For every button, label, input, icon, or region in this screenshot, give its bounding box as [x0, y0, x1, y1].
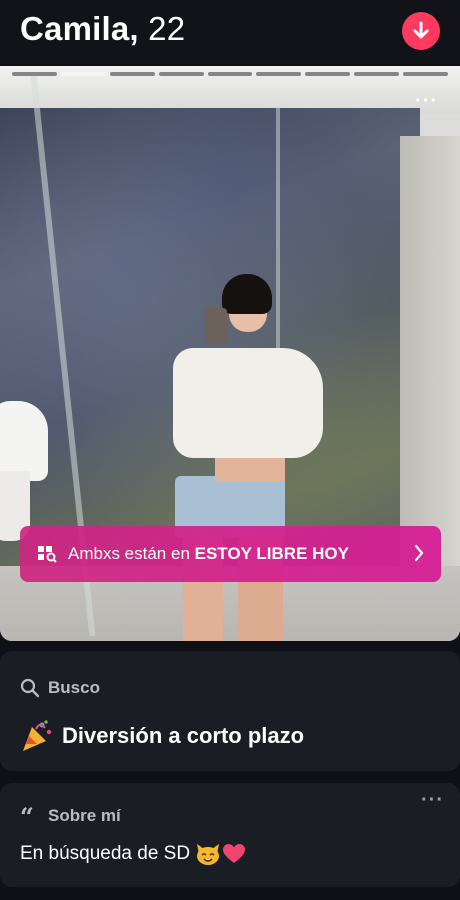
profile-header: Camila, 22 — [0, 0, 460, 64]
photo-progress-segment[interactable] — [12, 72, 57, 76]
photo-progress-segment[interactable] — [158, 72, 204, 76]
estoy-libre-hoy-banner[interactable]: Ambxs están en ESTOY LIBRE HOY — [20, 526, 441, 582]
profile-name: Camila — [20, 10, 130, 47]
looking-for-card: Busco Diversión a corto plazo — [0, 651, 460, 771]
photo-more-options-button[interactable]: ··· — [415, 91, 438, 111]
people-search-icon — [38, 546, 57, 563]
photo-progress-segment[interactable] — [256, 72, 302, 76]
name-separator: , — [129, 10, 139, 47]
about-me-label: Sobre mí — [48, 806, 121, 825]
more-icon: ··· — [421, 789, 444, 811]
about-me-content: En búsqueda de SD — [20, 842, 246, 866]
chevron-right-icon — [414, 544, 424, 562]
banner-prefix: Ambxs están en — [68, 544, 195, 563]
cat-emoji-icon — [197, 844, 220, 865]
photo-progress-segment[interactable] — [60, 72, 106, 76]
photo-toilet — [0, 401, 48, 541]
looking-for-text: Diversión a corto plazo — [62, 723, 305, 748]
search-icon — [20, 678, 40, 698]
heart-icon — [223, 844, 246, 863]
photo-progress-segment[interactable] — [109, 72, 155, 76]
quote-icon: “ — [20, 802, 34, 831]
about-more-options-button[interactable]: ··· — [421, 790, 444, 810]
party-popper-icon — [23, 720, 52, 751]
photo-progress-segment[interactable] — [403, 72, 449, 76]
profile-photo[interactable]: ··· Ambxs están en ESTOY LIBRE HOY — [0, 66, 460, 641]
photo-progress-segment[interactable] — [354, 72, 400, 76]
down-arrow-icon — [413, 21, 429, 39]
profile-age: 22 — [148, 10, 186, 47]
photo-progress-segment[interactable] — [305, 72, 351, 76]
banner-text: Ambxs están en ESTOY LIBRE HOY — [68, 544, 349, 564]
banner-highlight: ESTOY LIBRE HOY — [194, 544, 349, 563]
looking-for-value: Diversión a corto plazo — [20, 719, 304, 753]
photo-progress-segment[interactable] — [207, 72, 253, 76]
collapse-profile-button[interactable] — [402, 12, 440, 50]
looking-for-label: Busco — [48, 678, 100, 697]
more-icon: ··· — [415, 90, 438, 112]
about-me-card: “ Sobre mí ··· En búsqueda de SD — [0, 783, 460, 887]
about-me-text: En búsqueda de SD — [20, 843, 191, 864]
photo-progress-bar — [12, 72, 449, 76]
photo-person — [165, 266, 335, 641]
profile-title: Camila, 22 — [20, 10, 185, 48]
